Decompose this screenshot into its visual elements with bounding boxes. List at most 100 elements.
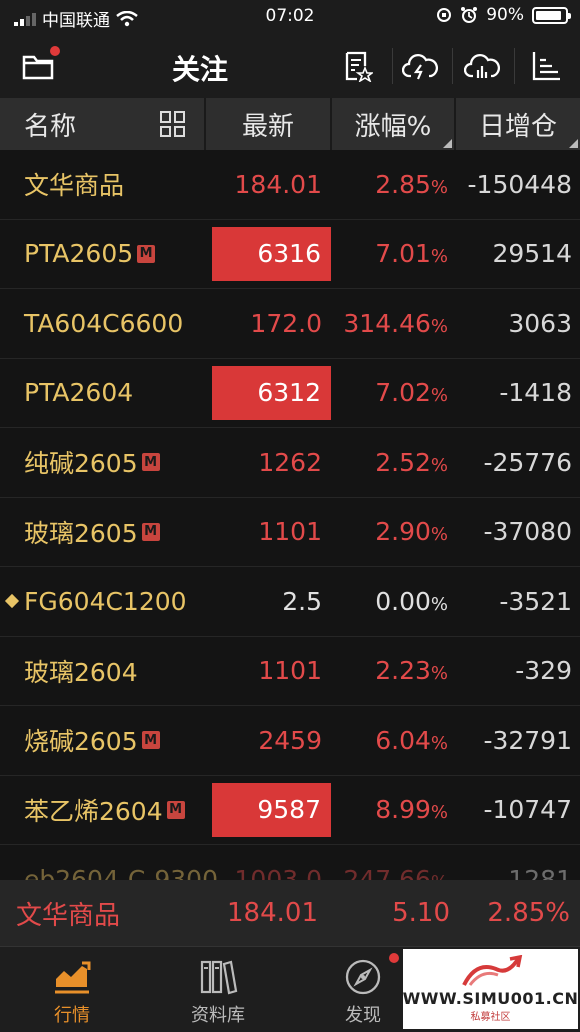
open-interest-change: -3521 bbox=[499, 586, 572, 616]
rotation-lock-icon bbox=[437, 8, 452, 22]
percent-sign: % bbox=[430, 246, 448, 268]
main-contract-badge: M bbox=[166, 800, 185, 819]
column-latest[interactable]: 最新 bbox=[206, 98, 332, 150]
tab-market[interactable]: 行情 bbox=[22, 957, 122, 1027]
contract-name-text: TA604C6600 bbox=[24, 308, 184, 338]
quote-row[interactable]: 苯乙烯2604 M 9587 8.99% -10747 bbox=[0, 776, 580, 845]
nav-divider bbox=[452, 48, 453, 84]
percent-sign: % bbox=[430, 802, 448, 824]
cloud-sync-icon[interactable] bbox=[402, 48, 438, 84]
tab-discover[interactable]: 发现 bbox=[313, 953, 413, 1027]
change-percent-value: 6.04 bbox=[375, 725, 431, 755]
change-percent: 8.99% bbox=[375, 795, 448, 824]
tab-discover-label: 发现 bbox=[345, 1005, 381, 1026]
grid-view-icon[interactable] bbox=[160, 111, 186, 137]
summary-price: 184.01 bbox=[227, 898, 318, 928]
change-percent-value: 2.90 bbox=[375, 517, 431, 547]
latest-price: 172.0 bbox=[250, 308, 322, 338]
market-chart-icon bbox=[22, 957, 122, 997]
compass-icon bbox=[313, 953, 413, 997]
quote-row[interactable]: 烧碱2605 M 2459 6.04% -32791 bbox=[0, 706, 580, 776]
site-watermark: WWW.SIMU001.CN 私募社区 bbox=[403, 949, 578, 1029]
quote-row[interactable]: 玻璃2604 1101 2.23% -329 bbox=[0, 637, 580, 706]
open-interest-change: -37080 bbox=[483, 517, 572, 547]
alarm-icon bbox=[461, 7, 478, 23]
summary-change: 5.10 bbox=[392, 898, 450, 928]
quote-row[interactable]: 纯碱2605 M 1262 2.52% -25776 bbox=[0, 428, 580, 498]
edit-list-icon[interactable] bbox=[340, 48, 376, 84]
open-interest-change: -329 bbox=[515, 656, 572, 686]
sort-corner-icon bbox=[569, 139, 578, 148]
percent-sign: % bbox=[430, 454, 448, 476]
change-percent: 314.46% bbox=[343, 309, 448, 338]
change-percent-value: 2.52 bbox=[375, 447, 431, 477]
quote-row[interactable]: TA604C6600 172.0 314.46% 3063 bbox=[0, 289, 580, 359]
battery-percent: 90% bbox=[486, 5, 524, 25]
watermark-logo-icon bbox=[461, 955, 522, 986]
contract-name: 纯碱2605 M bbox=[24, 444, 160, 480]
contract-name: 玻璃2605 M bbox=[24, 514, 160, 550]
status-right: 90% bbox=[436, 5, 571, 25]
latest-price: 184.01 bbox=[234, 169, 322, 199]
main-contract-badge: M bbox=[137, 244, 156, 263]
change-percent: 7.01% bbox=[375, 239, 448, 268]
cloud-chart-icon[interactable] bbox=[464, 48, 500, 84]
percent-sign: % bbox=[430, 315, 448, 337]
contract-name-text: PTA2604 bbox=[24, 378, 134, 408]
change-percent: 2.85% bbox=[375, 170, 448, 199]
contract-name-text: eb2604-C-9300 bbox=[24, 864, 218, 880]
quote-row[interactable]: PTA2604 6312 7.02% -1418 bbox=[0, 359, 580, 428]
column-oi-label: 日增仓 bbox=[478, 111, 557, 142]
quote-row[interactable]: 玻璃2605 M 1101 2.90% -37080 bbox=[0, 498, 580, 567]
battery-fill bbox=[536, 10, 562, 20]
tab-market-label: 行情 bbox=[54, 1005, 90, 1026]
quote-row[interactable]: eb2604-C-9300 1003.0 247.66% 1281 bbox=[0, 845, 580, 880]
open-interest-change: -10747 bbox=[483, 795, 572, 825]
percent-sign: % bbox=[430, 385, 448, 407]
column-name-label: 名称 bbox=[24, 111, 77, 142]
contract-name-text: FG604C1200 bbox=[24, 586, 187, 616]
latest-price: 2459 bbox=[258, 725, 322, 755]
change-percent-value: 7.01 bbox=[375, 239, 431, 269]
percent-sign: % bbox=[430, 593, 448, 615]
quote-list[interactable]: 文华商品 184.01 2.85% -150448 PTA2605 M 6316 7.01% 2… bbox=[0, 150, 580, 880]
notification-dot bbox=[389, 953, 399, 963]
summary-pct: 2.85% bbox=[487, 898, 570, 928]
watermark-subtext: 私募社区 bbox=[470, 1012, 511, 1023]
change-percent: 0.00% bbox=[375, 587, 448, 616]
latest-price: 6316 bbox=[212, 226, 331, 281]
percent-sign: % bbox=[431, 872, 448, 880]
percent-sign: % bbox=[430, 732, 448, 754]
open-interest-change: -1418 bbox=[499, 378, 572, 408]
contract-name-text: 玻璃2604 bbox=[24, 657, 138, 687]
watermark-text: WWW.SIMU001.CN bbox=[402, 989, 579, 1008]
contract-name-text: PTA2605 bbox=[24, 239, 134, 269]
contract-name: TA604C6600 bbox=[24, 309, 183, 338]
column-oi-change[interactable]: 日增仓 bbox=[456, 98, 580, 150]
main-contract-badge: M bbox=[141, 522, 160, 541]
ranking-icon[interactable] bbox=[528, 48, 564, 84]
change-percent-value: 2.85 bbox=[375, 169, 431, 199]
status-bar: 中国联通 07:02 90% bbox=[0, 0, 580, 34]
quote-row[interactable]: PTA2605 M 6316 7.01% 29514 bbox=[0, 220, 580, 289]
open-interest-change: -25776 bbox=[483, 447, 572, 477]
change-percent: 7.02% bbox=[375, 378, 448, 407]
sort-corner-icon bbox=[443, 139, 452, 148]
tab-library[interactable]: 资料库 bbox=[168, 957, 268, 1027]
change-percent-value: 2.23 bbox=[375, 656, 431, 686]
open-interest-change: 1281 bbox=[508, 864, 572, 880]
contract-name-text: 文华商品 bbox=[24, 171, 125, 201]
contract-name: PTA2604 bbox=[24, 378, 133, 407]
latest-price: 1101 bbox=[258, 656, 322, 686]
column-change-label: 涨幅% bbox=[354, 111, 432, 142]
contract-name: 文华商品 bbox=[24, 166, 124, 202]
column-name[interactable]: 名称 bbox=[0, 98, 206, 150]
change-percent: 247.66% bbox=[343, 865, 448, 880]
summary-bar[interactable]: 文华商品 184.01 5.10 2.85% bbox=[0, 880, 580, 946]
column-change-pct[interactable]: 涨幅% bbox=[332, 98, 456, 150]
change-percent-value: 247.66 bbox=[343, 864, 431, 880]
quote-row[interactable]: FG604C1200 2.5 0.00% -3521 bbox=[0, 567, 580, 637]
quote-row[interactable]: 文华商品 184.01 2.85% -150448 bbox=[0, 150, 580, 220]
top-nav-bar: 关注 bbox=[0, 34, 580, 98]
contract-name-text: 烧碱2605 bbox=[24, 727, 138, 757]
